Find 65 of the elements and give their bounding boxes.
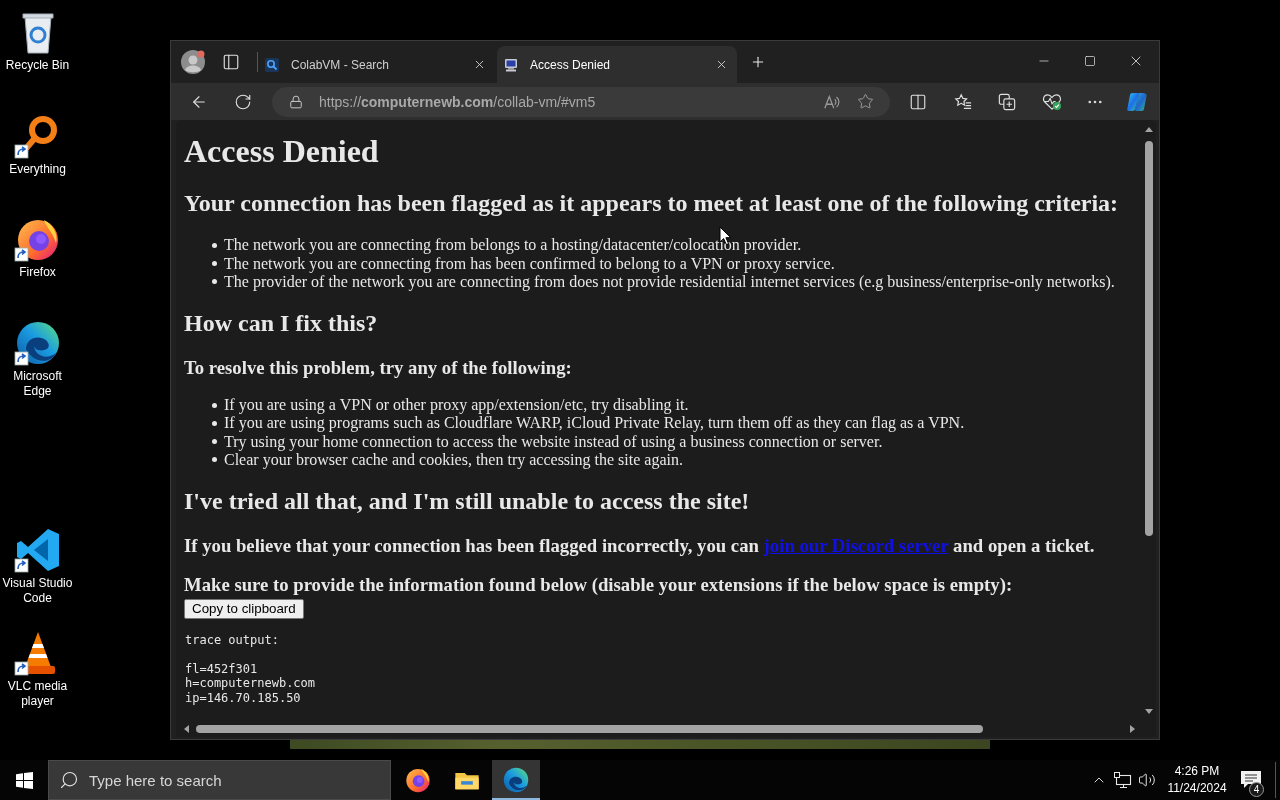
star-icon[interactable]	[857, 93, 874, 110]
gradient-logo-icon[interactable]	[1126, 90, 1148, 113]
subheading: To resolve this problem, try any of the following:	[184, 356, 573, 379]
section-heading: I've tried all that, and I'm still unable to access the site!	[184, 487, 751, 516]
bullet-icon	[212, 279, 217, 285]
scroll-left-icon[interactable]	[184, 724, 189, 733]
scrollbar-thumb[interactable]	[1144, 141, 1153, 536]
list-item: The network you are connecting from belongs to a hosting/datacenter/colocation provider.	[224, 236, 802, 255]
subheading: Make sure to provide the information found below (disable your extensions if the below space is empty):	[184, 574, 1014, 596]
scroll-right-icon[interactable]	[1130, 724, 1135, 733]
speaker-icon[interactable]	[1138, 771, 1156, 789]
icon-label[interactable]: VLC media player	[0, 679, 75, 709]
scroll-down-icon[interactable]	[1144, 709, 1153, 714]
clock-time: 4:26 PM	[1174, 763, 1220, 780]
list-item: The network you are connecting from has been confirmed to belong to a VPN or proxy service.	[224, 254, 835, 273]
list-item: If you are using a VPN or other proxy app/extension/etc, try disabling it.	[224, 396, 689, 415]
section-heading: How can I fix this?	[184, 310, 379, 338]
flame-globe-icon[interactable]	[404, 766, 432, 794]
copy-button[interactable]: Copy to clipboard	[184, 598, 304, 619]
scrollbar-thumb[interactable]	[196, 724, 983, 733]
monitor-icon[interactable]	[1114, 772, 1132, 788]
browser-tab[interactable]: ColabVM - Search	[258, 46, 495, 83]
scroll-up-icon[interactable]	[1144, 127, 1153, 132]
letter-waves-icon[interactable]	[823, 92, 841, 111]
search-icon[interactable]	[59, 770, 79, 790]
star-list-icon[interactable]	[954, 92, 972, 111]
bullet-icon	[212, 261, 217, 267]
bullet-icon	[212, 439, 217, 445]
bullet-icon	[212, 457, 217, 463]
computer-icon	[504, 57, 518, 72]
bullet-icon	[212, 243, 217, 248]
bullet-icon	[212, 402, 217, 408]
clock-date: 11/24/2024	[1167, 780, 1227, 797]
page-heading: Access Denied	[184, 133, 380, 170]
address-bar[interactable]: https://computernewb.com/collab-vm/#vm5	[272, 86, 890, 117]
avatar-icon[interactable]	[181, 50, 205, 74]
heart-check-icon[interactable]	[1042, 92, 1062, 111]
icon-label[interactable]: Microsoft Edge	[0, 368, 75, 399]
plus-icon[interactable]	[750, 54, 766, 70]
search-field[interactable]: Type here to search	[48, 760, 391, 800]
section-heading: Your connection has been flagged as it appears to meet at least one of the following criteria:	[184, 189, 1120, 218]
columns-icon[interactable]	[909, 92, 927, 111]
window-panes-icon[interactable]	[15, 771, 33, 789]
panel-icon[interactable]	[222, 53, 240, 71]
notification-badge: 4	[1249, 782, 1264, 797]
trace-output: trace output: fl=452f301 h=computernewb.com ip=146.70.185.50	[185, 632, 317, 706]
close-icon[interactable]	[715, 58, 728, 71]
lock-icon[interactable]	[289, 94, 303, 109]
taskbar-button[interactable]	[492, 760, 540, 800]
icon-label[interactable]: Recycle Bin	[0, 58, 75, 73]
subheading: If you believe that your connection has been flagged incorrectly, you can join our Discord server and open a ticket.	[184, 534, 1096, 557]
search-icon	[265, 57, 279, 72]
list-item: The provider of the network you are connecting from does not provide residential internet services (e.g business/enterprise-only networks).	[224, 272, 1115, 291]
squares-plus-icon[interactable]	[998, 92, 1016, 111]
bullet-icon	[212, 420, 217, 426]
list-item: Try using your home connection to access the website instead of using a business connection or server.	[224, 432, 883, 451]
icon-label[interactable]: Firefox	[0, 265, 75, 280]
list-item: If you are using programs such as Cloudflare WARP, iCloud Private Relay, turn them off as they can flag as a VPN.	[224, 414, 965, 433]
browser-tab[interactable]: Access Denied	[497, 46, 737, 83]
refresh-icon[interactable]	[234, 92, 252, 111]
list-item: Clear your browser cache and cookies, then try accessing the site again.	[224, 450, 683, 469]
close-icon[interactable]	[473, 58, 486, 71]
icon-label[interactable]: Visual Studio Code	[0, 575, 75, 606]
maximize-icon[interactable]	[1084, 55, 1096, 67]
icon-label[interactable]: Everything	[0, 161, 75, 177]
